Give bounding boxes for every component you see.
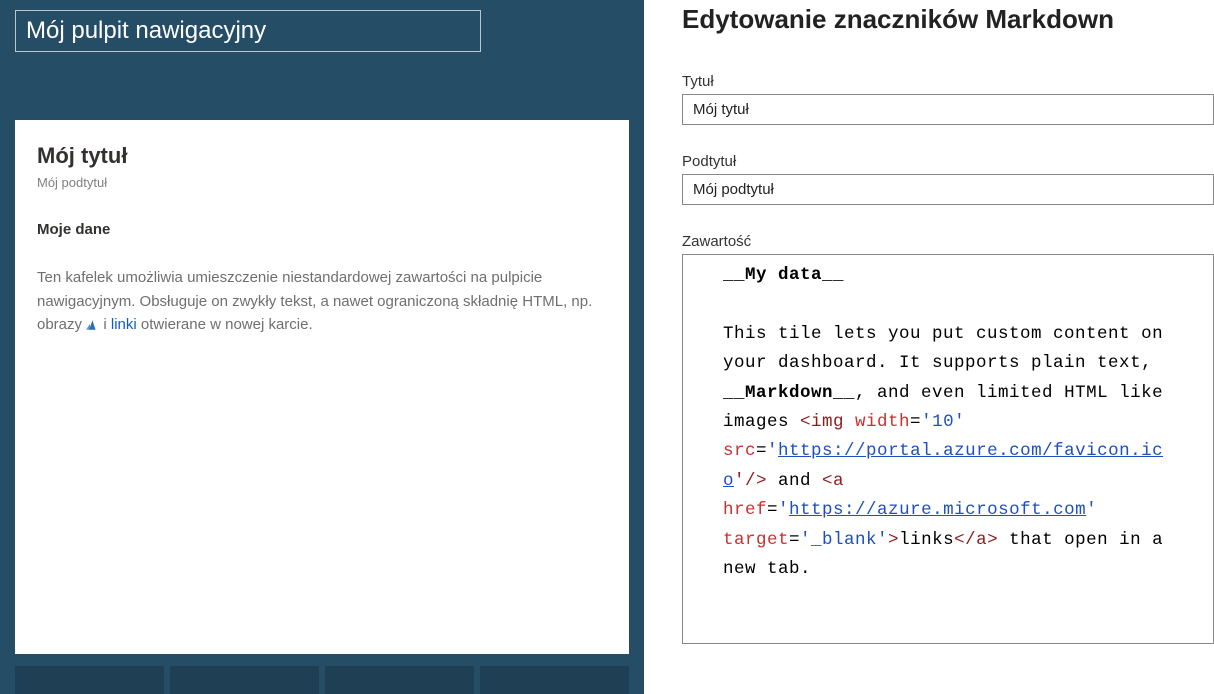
azure-logo-icon [86,315,99,338]
content-code: __My data__ This tile lets you put custo… [683,261,1213,584]
title-field-label: Tytuł [682,73,1214,90]
dashboard-bottom-shelf [15,654,629,694]
shelf-slot [170,666,319,694]
shelf-slot [325,666,474,694]
tile-body: Ten kafelek umożliwia umieszczenie niest… [37,266,597,338]
code-val-quote: ' [1086,500,1097,520]
tile-body-text-3: otwierane w nowej karcie. [141,316,313,333]
code-val-quote: ' [767,441,778,461]
markdown-editor-pane: Edytowanie znaczników Markdown Tytuł Pod… [644,0,1214,694]
code-attr-width: width [844,412,910,432]
tile-title: Mój tytuł [37,140,607,172]
code-tag-img-close: '/> [734,471,767,491]
code-tag-img-open: <img [800,412,844,432]
code-url-azure: https://azure.microsoft.com [789,500,1086,520]
code-attr-target: target [723,530,789,550]
code-val-width: '10' [921,412,965,432]
code-tag-a-close: </a> [954,530,998,550]
code-tag-gt: > [888,530,899,550]
code-text: This tile lets you put custom content on… [723,324,1163,373]
content-field-label: Zawartość [682,233,1214,250]
code-tag-a-open: <a [822,471,844,491]
subtitle-input[interactable] [682,174,1214,205]
dashboard-pane: Mój pulpit nawigacyjny Mój tytuł Mój pod… [0,0,644,694]
shelf-slot [480,666,629,694]
content-textarea[interactable]: __My data__ This tile lets you put custo… [682,254,1214,644]
tile-section-head: Moje dane [37,219,607,241]
code-eq: = [789,530,800,550]
tile-subtitle: Mój podtytuł [37,174,607,193]
markdown-tile[interactable]: Mój tytuł Mój podtytuł Moje dane Ten kaf… [15,120,629,654]
code-eq: = [767,500,778,520]
tile-body-text-2: i [103,316,111,333]
code-val-target: '_blank' [800,530,888,550]
code-bold-1: __My data__ [723,265,844,285]
code-val-quote: ' [778,500,789,520]
subtitle-field-label: Podtytuł [682,153,1214,170]
code-attr-src: src [723,441,756,461]
code-eq: = [756,441,767,461]
tile-body-link[interactable]: linki [111,316,137,333]
shelf-slot [15,666,164,694]
dashboard-title: Mój pulpit nawigacyjny [26,17,266,44]
panel-title: Edytowanie znaczników Markdown [682,4,1214,35]
code-link-text: links [899,530,954,550]
code-text: and [767,471,822,491]
title-input[interactable] [682,94,1214,125]
code-bold-2: __Markdown__ [723,383,855,403]
code-attr-href: href [723,500,767,520]
dashboard-title-box[interactable]: Mój pulpit nawigacyjny [15,10,481,52]
code-eq: = [910,412,921,432]
